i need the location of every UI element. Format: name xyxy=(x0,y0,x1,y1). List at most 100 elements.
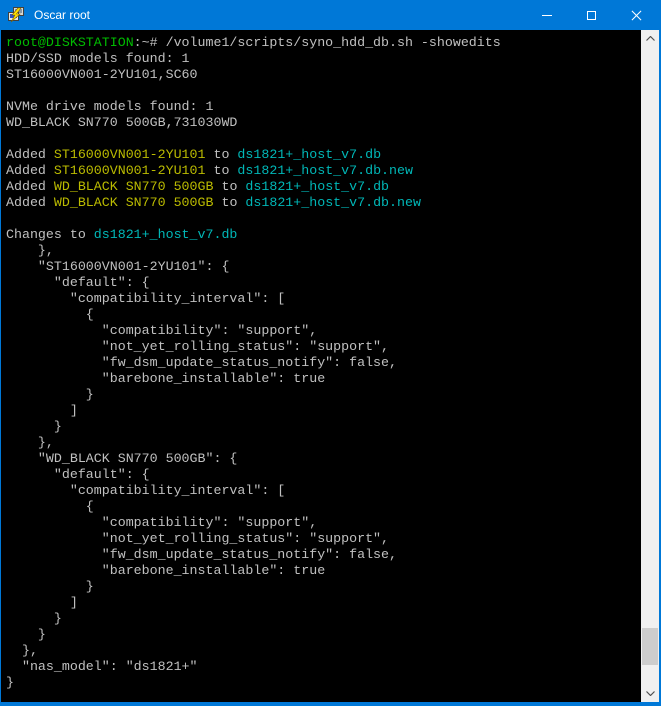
minimize-button[interactable] xyxy=(524,0,569,30)
terminal-line: } xyxy=(6,387,641,403)
terminal-text-segment: ds1821+_host_v7.db xyxy=(237,147,381,162)
terminal-line: "default": { xyxy=(6,467,641,483)
terminal-text-segment: "compatibility": "support", xyxy=(6,323,317,338)
terminal-line: "not_yet_rolling_status": "support", xyxy=(6,339,641,355)
terminal-text-segment: { xyxy=(6,307,94,322)
terminal-text-segment: HDD/SSD models found: 1 xyxy=(6,51,190,66)
terminal-text-segment: WD_BLACK SN770 500GB xyxy=(54,195,214,210)
terminal-line: "default": { xyxy=(6,275,641,291)
terminal-text-segment: "compatibility": "support", xyxy=(6,515,317,530)
terminal-line: ] xyxy=(6,595,641,611)
terminal-text-segment: } xyxy=(6,627,46,642)
terminal-line: "ST16000VN001-2YU101": { xyxy=(6,259,641,275)
terminal-text-segment: Added xyxy=(6,163,54,178)
terminal-output[interactable]: root@DISKSTATION:~# /volume1/scripts/syn… xyxy=(1,30,641,702)
scroll-down-button[interactable] xyxy=(641,685,659,702)
scroll-up-button[interactable] xyxy=(641,30,659,47)
terminal-line: }, xyxy=(6,243,641,259)
terminal-text-segment: } xyxy=(6,675,14,690)
minimize-icon xyxy=(542,15,552,16)
terminal-text-segment: Added xyxy=(6,147,54,162)
terminal-text-segment: root@DISKSTATION xyxy=(6,35,134,50)
terminal-line: "compatibility_interval": [ xyxy=(6,291,641,307)
terminal-text-segment: ds1821+_host_v7.db xyxy=(245,179,389,194)
terminal-line: } xyxy=(6,419,641,435)
terminal-line: }, xyxy=(6,643,641,659)
maximize-button[interactable] xyxy=(569,0,614,30)
terminal-text-segment: "compatibility_interval": [ xyxy=(6,483,285,498)
terminal-line: "barebone_installable": true xyxy=(6,371,641,387)
terminal-line xyxy=(6,131,641,147)
terminal-scrollbar[interactable] xyxy=(641,30,659,702)
terminal-text-segment: ds1821+_host_v7.db.new xyxy=(245,195,421,210)
terminal-line: } xyxy=(6,627,641,643)
chevron-up-icon xyxy=(646,36,655,41)
terminal-text-segment: }, xyxy=(6,643,38,658)
terminal-text-segment: "barebone_installable": true xyxy=(6,371,325,386)
terminal-line xyxy=(6,211,641,227)
caption-buttons xyxy=(524,0,659,30)
terminal-text-segment: ds1821+_host_v7.db xyxy=(94,227,238,242)
terminal-text-segment: "compatibility_interval": [ xyxy=(6,291,285,306)
terminal-text-segment: ST16000VN001-2YU101 xyxy=(54,147,206,162)
scrollbar-thumb[interactable] xyxy=(642,628,658,665)
terminal-text-segment: "nas_model": "ds1821+" xyxy=(6,659,198,674)
terminal-line: "compatibility": "support", xyxy=(6,323,641,339)
terminal-line: root@DISKSTATION:~# /volume1/scripts/syn… xyxy=(6,35,641,51)
terminal-line: Added WD_BLACK SN770 500GB to ds1821+_ho… xyxy=(6,195,641,211)
close-icon xyxy=(631,10,642,21)
terminal-text-segment: ds1821+_host_v7.db.new xyxy=(237,163,413,178)
terminal-text-segment: to xyxy=(213,179,245,194)
terminal-line: { xyxy=(6,307,641,323)
terminal-line: "compatibility": "support", xyxy=(6,515,641,531)
terminal-text-segment: to xyxy=(206,163,238,178)
terminal-text-segment: }, xyxy=(6,243,54,258)
terminal-line: NVMe drive models found: 1 xyxy=(6,99,641,115)
terminal-text-segment: } xyxy=(6,579,94,594)
terminal-line: Added ST16000VN001-2YU101 to ds1821+_hos… xyxy=(6,147,641,163)
terminal-text-segment: "not_yet_rolling_status": "support", xyxy=(6,531,389,546)
terminal-text-segment: { xyxy=(6,499,94,514)
terminal-text-segment: to xyxy=(206,147,238,162)
terminal-text-segment: Added xyxy=(6,195,54,210)
terminal-line: { xyxy=(6,499,641,515)
terminal-line xyxy=(6,83,641,99)
close-button[interactable] xyxy=(614,0,659,30)
terminal-text-segment: ] xyxy=(6,403,78,418)
terminal-line: "fw_dsm_update_status_notify": false, xyxy=(6,355,641,371)
terminal-line: ST16000VN001-2YU101,SC60 xyxy=(6,67,641,83)
terminal-line: Added WD_BLACK SN770 500GB to ds1821+_ho… xyxy=(6,179,641,195)
terminal-line: Added ST16000VN001-2YU101 to ds1821+_hos… xyxy=(6,163,641,179)
window-body: root@DISKSTATION:~# /volume1/scripts/syn… xyxy=(0,30,661,704)
terminal-text-segment: "default": { xyxy=(6,467,150,482)
terminal-text-segment: "fw_dsm_update_status_notify": false, xyxy=(6,547,397,562)
terminal-line: Changes to ds1821+_host_v7.db xyxy=(6,227,641,243)
terminal-line: HDD/SSD models found: 1 xyxy=(6,51,641,67)
terminal-text-segment: ST16000VN001-2YU101,SC60 xyxy=(6,67,198,82)
terminal-line: "nas_model": "ds1821+" xyxy=(6,659,641,675)
terminal-text-segment: NVMe drive models found: 1 xyxy=(6,99,213,114)
terminal-text-segment: "ST16000VN001-2YU101": { xyxy=(6,259,229,274)
terminal-text-segment: ST16000VN001-2YU101 xyxy=(54,163,206,178)
terminal-line: } xyxy=(6,611,641,627)
terminal-line: "fw_dsm_update_status_notify": false, xyxy=(6,547,641,563)
terminal-text-segment: ] xyxy=(6,595,78,610)
terminal-text-segment: "barebone_installable": true xyxy=(6,563,325,578)
terminal-text-segment: "WD_BLACK SN770 500GB": { xyxy=(6,451,237,466)
terminal-line: }, xyxy=(6,435,641,451)
terminal-line: "compatibility_interval": [ xyxy=(6,483,641,499)
terminal-text-segment: "fw_dsm_update_status_notify": false, xyxy=(6,355,397,370)
terminal-text-segment: }, xyxy=(6,435,54,450)
putty-app-icon xyxy=(8,7,24,23)
terminal-line: "WD_BLACK SN770 500GB": { xyxy=(6,451,641,467)
terminal-text-segment: } xyxy=(6,611,62,626)
terminal-text-segment: "not_yet_rolling_status": "support", xyxy=(6,339,389,354)
maximize-icon xyxy=(587,11,596,20)
terminal-text-segment: Changes to xyxy=(6,227,94,242)
terminal-text-segment: } xyxy=(6,419,62,434)
terminal-text-segment: WD_BLACK SN770 500GB xyxy=(54,179,214,194)
terminal-text-segment: :~# /volume1/scripts/syno_hdd_db.sh -sho… xyxy=(134,35,501,50)
putty-window: Oscar root root@DISKSTATION:~# /volume1/… xyxy=(0,0,661,706)
title-bar[interactable]: Oscar root xyxy=(0,0,661,30)
terminal-text-segment: } xyxy=(6,387,94,402)
